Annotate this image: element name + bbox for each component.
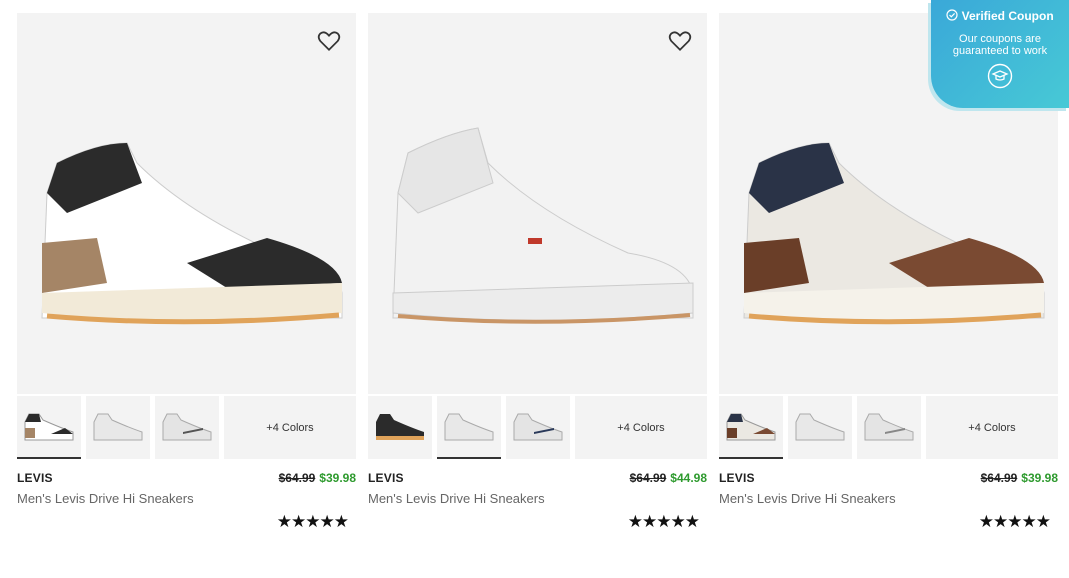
color-swatch[interactable] [368,396,432,459]
sneaker-image [392,127,694,324]
color-swatch[interactable] [17,396,81,459]
heart-icon[interactable] [316,27,342,53]
rating-stars: ★★★★★ [978,512,1051,531]
product-name[interactable]: Men's Levis Drive Hi Sneakers [368,491,707,506]
original-price: $64.99 [278,471,316,485]
product-grid: +4 Colors LEVIS $64.99 $39.98 Men's Levis… [17,13,1058,532]
product-card[interactable]: +4 Colors LEVIS $64.99 $39.98 Men's Levis… [17,13,356,532]
price-block: $64.99 $39.98 [279,471,356,485]
check-circle-icon [946,9,958,21]
color-swatch[interactable] [857,396,921,459]
coupon-subtitle: Our coupons are guaranteed to work [952,33,1048,57]
product-card[interactable]: +4 Colors LEVIS $64.99 $44.98 Men's Levis… [368,13,707,532]
rating-stars: ★★★★★ [627,512,700,531]
verified-coupon-badge[interactable]: Verified Coupon Our coupons are guarante… [931,0,1069,108]
sale-price: $39.98 [1021,471,1058,485]
coupon-title-text: Verified Coupon [961,9,1054,23]
original-price: $64.99 [980,471,1018,485]
heart-icon[interactable] [667,27,693,53]
color-swatch[interactable] [719,396,783,459]
price-block: $64.99 $39.98 [981,471,1058,485]
product-brand: LEVIS [17,471,53,485]
more-colors-link[interactable]: +4 Colors [926,396,1058,459]
product-brand: LEVIS [719,471,755,485]
graduation-cap-icon[interactable] [987,63,1013,89]
sale-price: $44.98 [670,471,707,485]
product-image[interactable] [368,13,707,394]
color-swatch[interactable] [437,396,501,459]
more-colors-link[interactable]: +4 Colors [575,396,707,459]
product-image[interactable] [17,13,356,394]
sneaker-image [743,142,1045,325]
more-colors-link[interactable]: +4 Colors [224,396,356,459]
coupon-title: Verified Coupon [931,9,1069,23]
original-price: $64.99 [629,471,667,485]
color-swatch[interactable] [788,396,852,459]
product-name[interactable]: Men's Levis Drive Hi Sneakers [17,491,356,506]
price-block: $64.99 $44.98 [630,471,707,485]
color-swatches: +4 Colors [368,396,707,461]
sale-price: $39.98 [319,471,356,485]
color-swatch[interactable] [155,396,219,459]
color-swatch[interactable] [86,396,150,459]
rating-stars: ★★★★★ [276,512,349,531]
color-swatch[interactable] [506,396,570,459]
product-name[interactable]: Men's Levis Drive Hi Sneakers [719,491,1058,506]
color-swatches: +4 Colors [17,396,356,461]
product-brand: LEVIS [368,471,404,485]
sneaker-image [41,142,343,325]
color-swatches: +4 Colors [719,396,1058,461]
